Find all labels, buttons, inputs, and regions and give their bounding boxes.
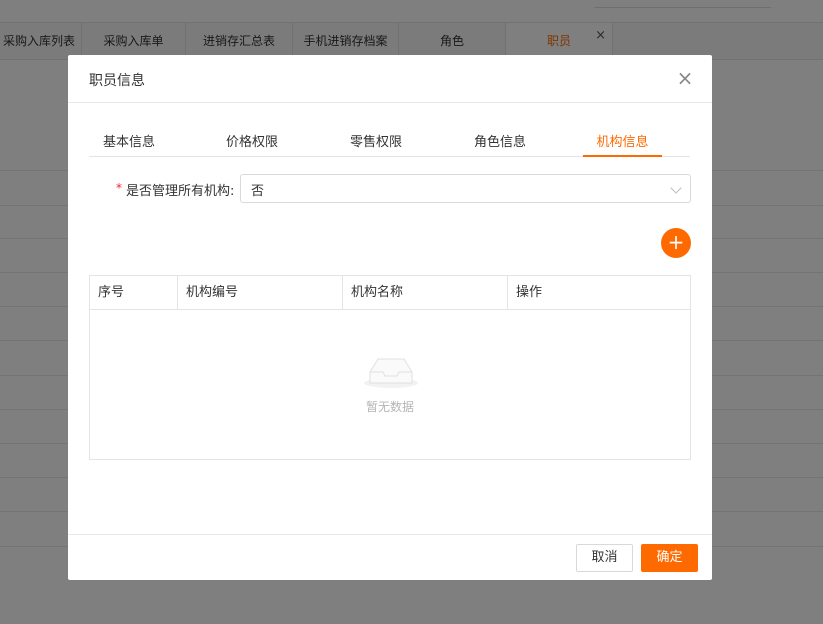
tab-organization-info[interactable]: 机构信息 bbox=[583, 131, 662, 157]
chevron-down-icon bbox=[670, 182, 682, 194]
plus-icon: + bbox=[667, 230, 685, 254]
organization-table: 序号 机构编号 机构名称 操作 暂无数据 bbox=[89, 275, 691, 460]
required-mark: * bbox=[116, 181, 122, 195]
staff-info-dialog: 职员信息 × 基本信息 价格权限 零售权限 角色信息 机构信息 * 是否管理所有… bbox=[68, 55, 712, 580]
table-empty-state: 暂无数据 bbox=[90, 310, 690, 459]
dialog-footer: 取消 确定 bbox=[68, 534, 712, 580]
close-icon[interactable]: × bbox=[674, 68, 696, 90]
column-header-org-name: 机构名称 bbox=[343, 276, 508, 310]
empty-inbox-icon bbox=[364, 358, 418, 388]
tab-basic-info[interactable]: 基本信息 bbox=[103, 131, 155, 157]
confirm-button[interactable]: 确定 bbox=[641, 544, 698, 572]
empty-text: 暂无数据 bbox=[365, 400, 414, 414]
column-header-org-code: 机构编号 bbox=[178, 276, 343, 310]
add-organization-button[interactable]: + bbox=[661, 228, 691, 258]
manage-all-org-row: * 是否管理所有机构: 否 bbox=[89, 174, 691, 204]
tab-price-permission[interactable]: 价格权限 bbox=[225, 131, 279, 157]
column-header-index: 序号 bbox=[90, 276, 178, 310]
select-value: 否 bbox=[251, 184, 265, 199]
dialog-title: 职员信息 bbox=[89, 73, 145, 89]
dialog-tabs: 基本信息 价格权限 零售权限 角色信息 机构信息 bbox=[89, 125, 690, 157]
cancel-button[interactable]: 取消 bbox=[576, 544, 633, 572]
dialog-header: 职员信息 × bbox=[68, 55, 712, 103]
manage-all-org-label: 是否管理所有机构: bbox=[126, 184, 235, 199]
manage-all-org-select[interactable]: 否 bbox=[240, 174, 691, 203]
table-header: 序号 机构编号 机构名称 操作 bbox=[90, 276, 690, 310]
tab-retail-permission[interactable]: 零售权限 bbox=[349, 131, 403, 157]
tab-role-info[interactable]: 角色信息 bbox=[473, 131, 527, 157]
column-header-actions: 操作 bbox=[516, 285, 543, 300]
